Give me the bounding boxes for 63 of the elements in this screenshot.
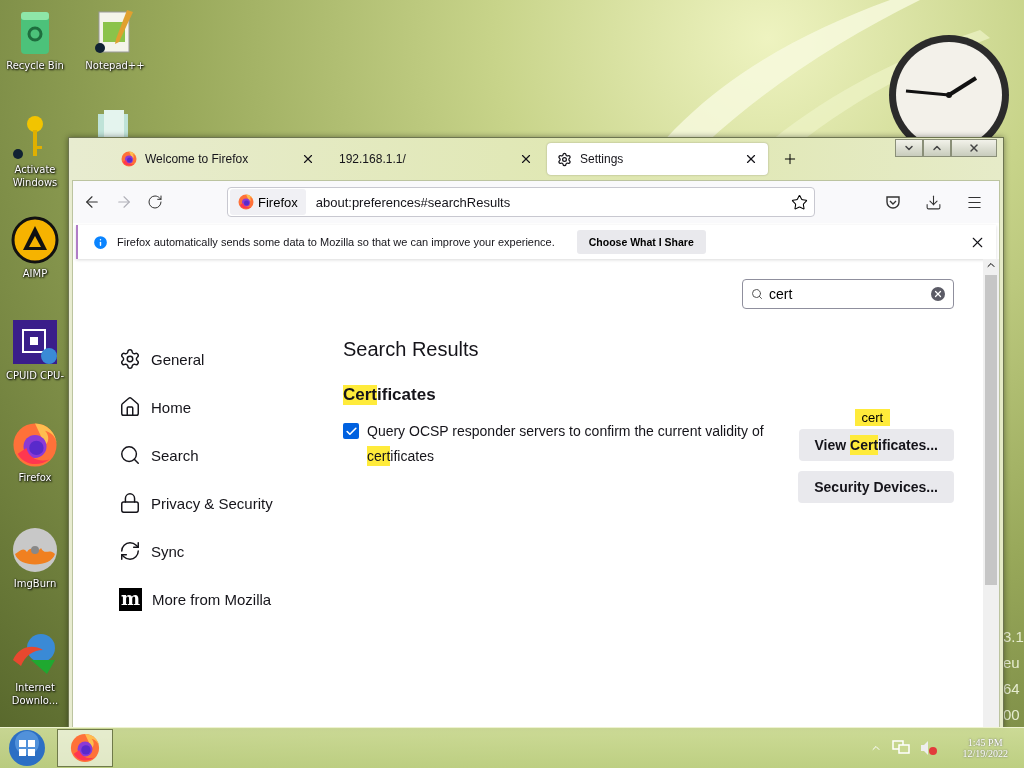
settings-button[interactable]: View Certificates... — [798, 429, 954, 461]
close-icon[interactable] — [519, 152, 533, 166]
desktop-icon-label[interactable]: Firefox — [18, 471, 52, 484]
desktop-text: eu — [1003, 654, 1020, 671]
identity-label[interactable]: Firefox — [230, 189, 306, 215]
sidebar-item[interactable]: m More from Mozilla — [119, 575, 343, 623]
close-icon — [968, 142, 980, 154]
address-bar[interactable]: Firefox about:preferences#searchResults — [227, 187, 815, 217]
minimize-button[interactable] — [895, 139, 923, 157]
maximize-button[interactable] — [923, 139, 951, 157]
sidebar-item[interactable]: General — [119, 335, 343, 383]
start-button[interactable] — [8, 729, 46, 767]
gear-icon — [557, 151, 572, 167]
taskbar-button[interactable] — [57, 729, 113, 767]
triangle-logo-icon — [11, 216, 59, 264]
settings-button[interactable]: Security Devices... — [798, 471, 954, 503]
desktop-text: 00 — [1003, 706, 1020, 723]
choose-share-button[interactable]: Choose What I Share — [576, 230, 706, 254]
home-icon — [119, 396, 141, 418]
url-text: about:preferences#searchResults — [315, 194, 512, 210]
desktop-text: 3.1 — [1003, 628, 1024, 645]
disc-icon — [11, 526, 59, 574]
reload-icon[interactable] — [147, 194, 163, 210]
notification-text: Firefox automatically sends some data to Mozilla so that we can improve your experience. — [117, 236, 555, 248]
firefox-logo-icon — [70, 733, 100, 763]
desktop-text: 64 — [1003, 680, 1020, 697]
sync-icon — [119, 540, 141, 562]
firefox-logo-icon — [121, 151, 137, 167]
desktop-icon-label[interactable]: Internet Downlo... — [3, 681, 67, 707]
clear-icon[interactable] — [931, 287, 945, 301]
search-field[interactable]: cert — [769, 283, 925, 305]
pocket-icon[interactable] — [885, 194, 901, 210]
search-icon — [751, 288, 763, 300]
search-box[interactable]: cert — [742, 279, 954, 309]
close-icon[interactable] — [744, 152, 758, 166]
browser-tab[interactable]: Welcome to Firefox — [111, 143, 325, 175]
browser-tab[interactable]: 192.168.1.1/ — [329, 143, 543, 175]
close-icon[interactable] — [301, 152, 315, 166]
search-icon — [119, 444, 141, 466]
desktop-icon-label[interactable]: ImgBurn — [13, 577, 57, 590]
close-button[interactable] — [951, 139, 997, 157]
firefox-logo-icon — [12, 422, 58, 468]
chip-icon — [11, 318, 59, 366]
section-heading: Certificates — [343, 385, 437, 405]
search-match-tooltip: cert — [854, 409, 891, 426]
new-tab-icon[interactable] — [782, 151, 798, 167]
muted-speaker-icon[interactable] — [920, 740, 939, 756]
padlock-icon — [119, 492, 141, 514]
browser-tab[interactable]: Settings — [547, 143, 768, 175]
mozilla-logo-icon: m — [119, 587, 142, 611]
sidebar-item[interactable]: Privacy & Security — [119, 479, 343, 527]
sidebar-item[interactable]: Sync — [119, 527, 343, 575]
info-icon — [92, 233, 109, 251]
sidebar-item[interactable]: Search — [119, 431, 343, 479]
firefox-logo-icon — [238, 194, 254, 210]
download-icon[interactable] — [925, 193, 942, 211]
star-icon[interactable] — [791, 193, 808, 211]
page-heading: Search Results — [343, 338, 480, 361]
back-icon[interactable] — [83, 193, 101, 211]
desktop-icon-label[interactable]: CPUID CPU- — [5, 369, 65, 382]
gear-icon — [119, 348, 141, 370]
checkbox[interactable] — [343, 423, 359, 439]
sidebar-item[interactable]: Home — [119, 383, 343, 431]
